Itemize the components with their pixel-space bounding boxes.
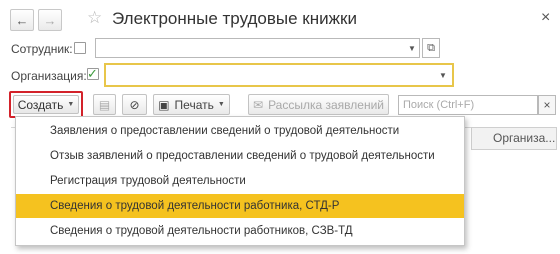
chevron-down-icon: ▼ <box>67 101 75 108</box>
chevron-down-icon[interactable]: ▼ <box>405 39 419 57</box>
document-icon: ▤ <box>98 97 111 112</box>
open-window-icon: ⧉ <box>427 41 435 54</box>
chevron-down-icon: ▼ <box>217 101 225 108</box>
mail-icon: ✉ <box>253 97 264 112</box>
menu-item-szv-td[interactable]: Сведения о трудовой деятельности работни… <box>16 219 464 243</box>
menu-item-statements[interactable]: Заявления о предоставлении сведений о тр… <box>16 119 464 143</box>
create-menu: Заявления о предоставлении сведений о тр… <box>15 116 465 246</box>
close-icon[interactable]: × <box>541 9 550 27</box>
close-icon: × <box>543 98 551 112</box>
open-employee-button[interactable]: ⧉ <box>422 38 440 58</box>
attach-button[interactable]: ⊘ <box>122 94 147 115</box>
mailing-button[interactable]: ✉ Рассылка заявлений <box>248 94 389 115</box>
organization-field[interactable]: ▼ <box>104 63 454 87</box>
create-button-label: Создать <box>17 97 64 112</box>
star-icon[interactable]: ☆ <box>87 8 102 28</box>
employee-label: Сотрудник: <box>11 42 73 56</box>
forward-button[interactable]: → <box>38 9 62 31</box>
menu-item-registration[interactable]: Регистрация трудовой деятельности <box>16 169 464 193</box>
employee-checkbox[interactable] <box>74 42 86 54</box>
arrow-right-icon: → <box>43 12 57 28</box>
check-icon: ✓ <box>87 66 98 81</box>
paperclip-icon: ⊘ <box>129 97 140 112</box>
clear-search-button[interactable]: × <box>538 95 556 115</box>
page-title: Электронные трудовые книжки <box>112 9 357 28</box>
employee-field[interactable]: ▼ <box>95 38 420 58</box>
print-button-label: Печать <box>174 97 214 112</box>
arrow-left-icon: ← <box>15 12 29 28</box>
mailing-button-label: Рассылка заявлений <box>268 97 384 112</box>
search-input[interactable]: Поиск (Ctrl+F) <box>398 95 538 115</box>
chevron-down-icon[interactable]: ▼ <box>436 65 450 85</box>
menu-item-std-r[interactable]: Сведения о трудовой деятельности работни… <box>16 194 464 218</box>
menu-item-revoke-statements[interactable]: Отзыв заявлений о предоставлении сведени… <box>16 144 464 168</box>
printer-icon: ▣ <box>158 97 170 112</box>
copy-button[interactable]: ▤ <box>93 94 116 115</box>
print-button[interactable]: ▣ Печать ▼ <box>153 94 230 115</box>
organization-label: Организация: <box>11 69 87 83</box>
column-header-organization[interactable]: Организа... <box>471 127 557 150</box>
create-button[interactable]: Создать ▼ <box>9 91 83 118</box>
back-button[interactable]: ← <box>10 9 34 31</box>
